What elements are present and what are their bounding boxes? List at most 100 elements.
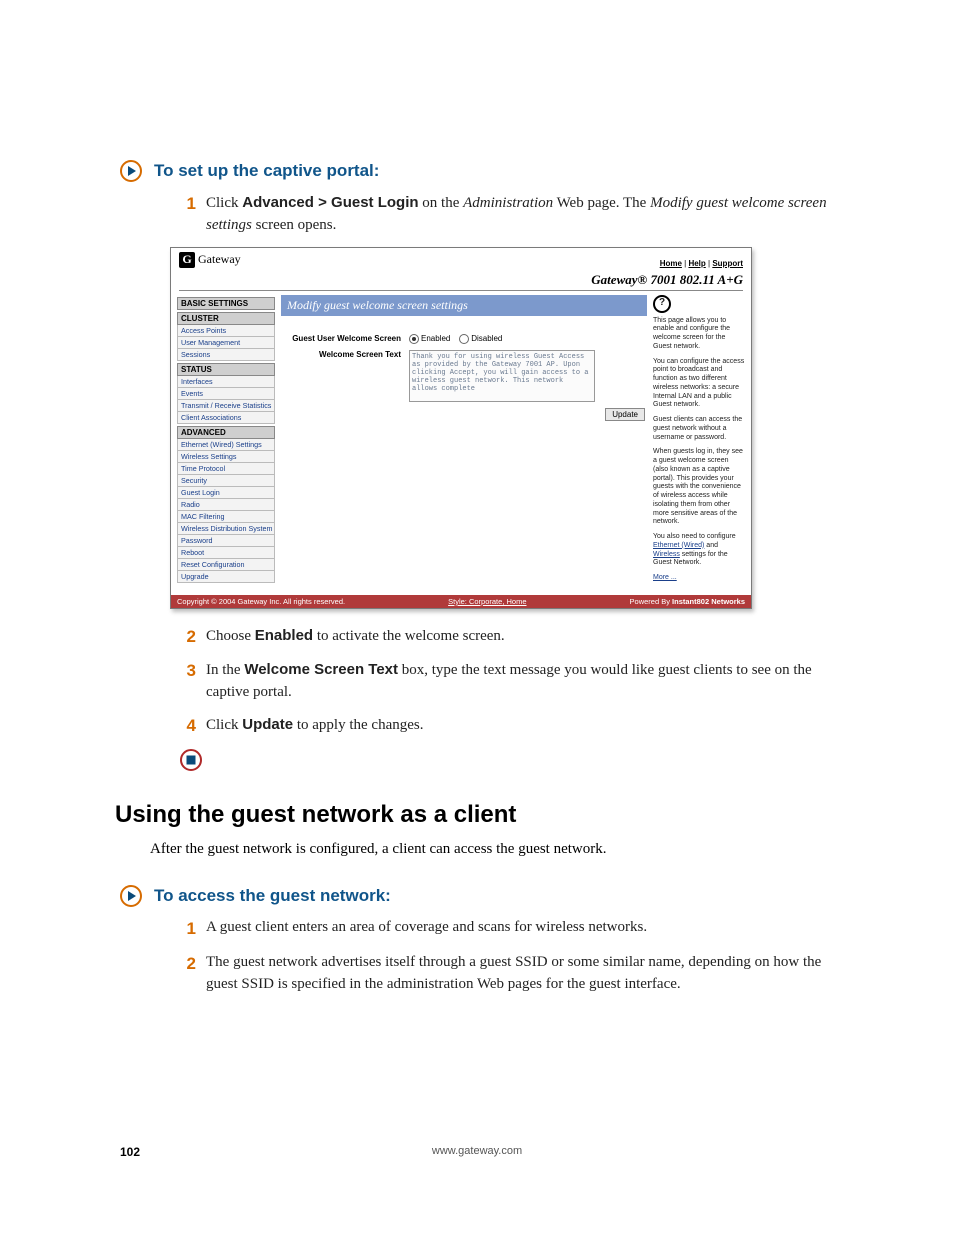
radio-enabled[interactable] xyxy=(409,334,419,344)
sidebar-group-cluster[interactable]: CLUSTER xyxy=(177,312,275,325)
update-button[interactable]: Update xyxy=(605,408,645,421)
sidebar-item-password[interactable]: Password xyxy=(177,535,275,547)
sidebar-item-ethernet[interactable]: Ethernet (Wired) Settings xyxy=(177,439,275,451)
sidebar-item-interfaces[interactable]: Interfaces xyxy=(177,376,275,388)
procedure-heading-1: To set up the captive portal: xyxy=(120,160,844,182)
ui-path: Advanced > Guest Login xyxy=(242,194,418,211)
link-help[interactable]: Help xyxy=(688,259,705,268)
help-panel: ? This page allows you to enable and con… xyxy=(653,295,745,589)
product-model: Gateway® 7001 802.11 A+G xyxy=(171,270,751,290)
step-number: 1 xyxy=(180,917,196,942)
section-paragraph: After the guest network is configured, a… xyxy=(150,839,844,861)
ui-label: Enabled xyxy=(255,627,313,644)
ui-label: Update xyxy=(242,716,293,733)
sidebar-item-time-protocol[interactable]: Time Protocol xyxy=(177,463,275,475)
label-welcome-text: Welcome Screen Text xyxy=(281,350,401,402)
label-disabled: Disabled xyxy=(471,334,502,343)
label-welcome-screen: Guest User Welcome Screen xyxy=(281,334,401,344)
sidebar-item-upgrade[interactable]: Upgrade xyxy=(177,571,275,583)
sidebar-item-guest-login[interactable]: Guest Login xyxy=(177,487,275,499)
link-support[interactable]: Support xyxy=(712,259,743,268)
procedure-title-2: To access the guest network: xyxy=(154,886,391,906)
step-text: Click Advanced > Guest Login on the Admi… xyxy=(206,192,844,237)
link-more[interactable]: More ... xyxy=(653,574,677,581)
link-home[interactable]: Home xyxy=(660,259,682,268)
step-text: Choose Enabled to activate the welcome s… xyxy=(206,625,844,650)
help-text: You can configure the access point to br… xyxy=(653,358,745,411)
gateway-logo-icon: G xyxy=(179,252,195,268)
sidebar-item-reboot[interactable]: Reboot xyxy=(177,547,275,559)
text: Web page. The xyxy=(553,195,650,211)
text: You also need to configure xyxy=(653,533,736,540)
sidebar-item-user-management[interactable]: User Management xyxy=(177,337,275,349)
sidebar-group-advanced[interactable]: ADVANCED xyxy=(177,426,275,439)
radio-disabled[interactable] xyxy=(459,334,469,344)
step-text: A guest client enters an area of coverag… xyxy=(206,917,844,942)
help-text: This page allows you to enable and confi… xyxy=(653,317,745,352)
page-name: Administration xyxy=(463,195,553,211)
sidebar-item-mac-filtering[interactable]: MAC Filtering xyxy=(177,511,275,523)
step-2: 2 Choose Enabled to activate the welcome… xyxy=(180,625,844,650)
footer-url: www.gateway.com xyxy=(432,1145,522,1159)
sidebar-item-sessions[interactable]: Sessions xyxy=(177,349,275,361)
style-links[interactable]: Style: Corporate, Home xyxy=(448,597,526,606)
step-2b: 2 The guest network advertises itself th… xyxy=(180,952,844,996)
text: In the xyxy=(206,662,244,678)
brand-name: Gateway xyxy=(198,252,241,267)
screenshot-topbar: G Gateway Home | Help | Support xyxy=(171,248,751,270)
text: to activate the welcome screen. xyxy=(313,628,505,644)
stop-icon xyxy=(120,749,844,771)
help-text: You also need to configure Ethernet (Wir… xyxy=(653,533,745,568)
copyright: Copyright © 2004 Gateway Inc. All rights… xyxy=(177,597,345,606)
section-heading: Using the guest network as a client xyxy=(115,801,844,829)
text: on the xyxy=(419,195,464,211)
step-3: 3 In the Welcome Screen Text box, type t… xyxy=(180,659,844,704)
help-text: Guest clients can access the guest netwo… xyxy=(653,416,745,442)
help-text: When guests log in, they see a guest wel… xyxy=(653,448,745,527)
step-4: 4 Click Update to apply the changes. xyxy=(180,714,844,739)
row-welcome-enable: Guest User Welcome Screen Enabled Disabl… xyxy=(281,334,647,344)
sidebar-item-wds[interactable]: Wireless Distribution System xyxy=(177,523,275,535)
brand-logo: G Gateway xyxy=(179,252,241,268)
step-number: 3 xyxy=(180,659,196,704)
play-icon xyxy=(120,885,142,907)
sidebar-item-access-points[interactable]: Access Points xyxy=(177,325,275,337)
text: Click xyxy=(206,195,242,211)
help-icon: ? xyxy=(653,295,671,313)
step-1: 1 Click Advanced > Guest Login on the Ad… xyxy=(180,192,844,237)
sidebar-item-client-assoc[interactable]: Client Associations xyxy=(177,412,275,424)
step-number: 1 xyxy=(180,192,196,237)
welcome-screen-textarea[interactable]: Thank you for using wireless Guest Acces… xyxy=(409,350,595,402)
sidebar-group-status[interactable]: STATUS xyxy=(177,363,275,376)
text: Click xyxy=(206,717,242,733)
sidebar-item-tx-rx-stats[interactable]: Transmit / Receive Statistics xyxy=(177,400,275,412)
panel-title: Modify guest welcome screen settings xyxy=(281,295,647,316)
ui-label: Welcome Screen Text xyxy=(244,661,398,678)
text: and xyxy=(704,542,718,549)
powered-by: Powered By Instant802 Networks xyxy=(630,597,745,606)
page-number: 102 xyxy=(120,1145,140,1159)
text: screen opens. xyxy=(252,217,337,233)
sidebar-item-security[interactable]: Security xyxy=(177,475,275,487)
row-welcome-text: Welcome Screen Text Thank you for using … xyxy=(281,350,647,402)
sidebar-item-reset-config[interactable]: Reset Configuration xyxy=(177,559,275,571)
step-text: The guest network advertises itself thro… xyxy=(206,952,844,996)
step-number: 2 xyxy=(180,952,196,996)
embedded-screenshot: G Gateway Home | Help | Support Gateway®… xyxy=(170,247,752,609)
sidebar-nav: BASIC SETTINGS CLUSTER Access Points Use… xyxy=(177,295,275,589)
label-enabled: Enabled xyxy=(421,334,450,343)
step-text: Click Update to apply the changes. xyxy=(206,714,844,739)
step-number: 2 xyxy=(180,625,196,650)
play-icon xyxy=(120,160,142,182)
procedure-heading-2: To access the guest network: xyxy=(120,885,844,907)
sidebar-item-wireless[interactable]: Wireless Settings xyxy=(177,451,275,463)
sidebar-item-radio[interactable]: Radio xyxy=(177,499,275,511)
sidebar-item-events[interactable]: Events xyxy=(177,388,275,400)
main-panel: Modify guest welcome screen settings Gue… xyxy=(281,295,647,589)
screenshot-footer: Copyright © 2004 Gateway Inc. All rights… xyxy=(171,595,751,608)
step-number: 4 xyxy=(180,714,196,739)
link-wireless[interactable]: Wireless xyxy=(653,551,680,558)
step-1b: 1 A guest client enters an area of cover… xyxy=(180,917,844,942)
sidebar-group-basic[interactable]: BASIC SETTINGS xyxy=(177,297,275,310)
link-ethernet-wired[interactable]: Ethernet (Wired) xyxy=(653,542,704,549)
